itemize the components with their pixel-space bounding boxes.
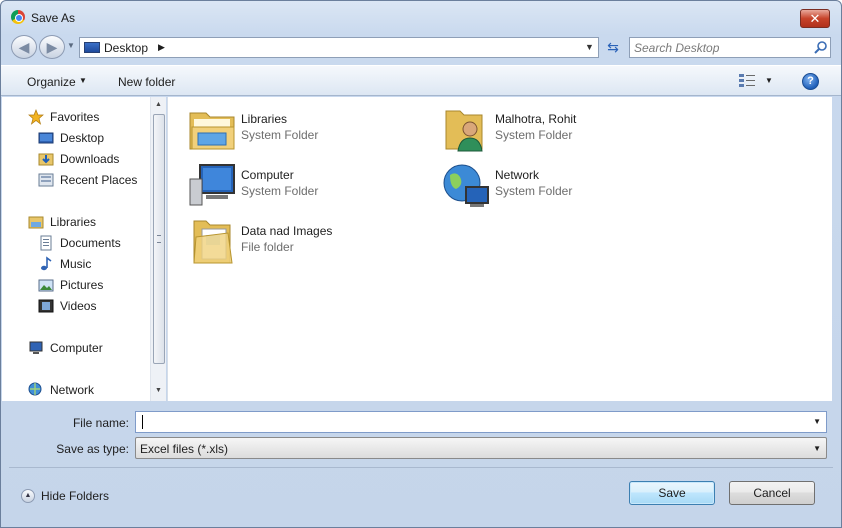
file-name: Computer (241, 168, 294, 182)
refresh-button[interactable]: ⇆ (601, 37, 625, 58)
scroll-grip-icon (157, 235, 161, 243)
address-path[interactable]: Desktop (104, 41, 148, 55)
videos-icon (38, 299, 54, 313)
forward-button[interactable]: ▶ (39, 35, 65, 59)
scrollbar-thumb[interactable] (153, 114, 165, 364)
search-box[interactable] (629, 37, 831, 58)
nav-label: Favorites (50, 110, 100, 124)
command-bar: Organize ▼ New folder ▼ ? (1, 65, 841, 96)
nav-label: Downloads (60, 152, 120, 166)
organize-dropdown-icon[interactable]: ▼ (79, 76, 87, 85)
footer-divider (9, 467, 833, 468)
nav-label: Libraries (50, 215, 97, 229)
close-button[interactable]: ✕ (800, 9, 830, 28)
back-button[interactable]: ◀ (11, 35, 37, 59)
text-cursor (142, 415, 143, 429)
nav-scrollbar[interactable]: ▲ ▼ (150, 97, 166, 401)
file-item-user-folder[interactable]: Malhotra, Rohit System Folder (442, 105, 682, 157)
address-bar[interactable]: Desktop ▶ ▼ (79, 37, 599, 58)
pictures-icon (38, 279, 54, 292)
desktop-icon (84, 42, 100, 53)
back-arrow-icon: ◀ (18, 39, 30, 55)
forward-arrow-icon: ▶ (46, 39, 58, 55)
file-item-network[interactable]: Network System Folder (442, 161, 682, 213)
view-options-dropdown-icon[interactable]: ▼ (765, 76, 773, 85)
nav-label: Computer (50, 341, 103, 355)
breadcrumb-arrow-icon[interactable]: ▶ (158, 42, 165, 53)
file-name-dropdown-icon[interactable]: ▼ (813, 417, 821, 426)
dialog-title: Save As (31, 11, 76, 25)
libraries-icon (189, 112, 235, 150)
desktop-icon (38, 132, 54, 144)
save-type-label: Save as type: (56, 442, 129, 456)
save-type-dropdown-icon[interactable]: ▼ (813, 444, 821, 453)
collapse-up-icon: ▲ (21, 489, 35, 503)
title-bar[interactable]: Save As ✕ (1, 1, 841, 33)
save-type-value: Excel files (*.xls) (140, 442, 229, 456)
file-item-data-folder[interactable]: Data nad Images File folder (188, 217, 428, 269)
nav-label: Music (60, 257, 92, 271)
file-type: System Folder (495, 128, 573, 142)
file-name-field[interactable]: ▼ (135, 411, 827, 433)
recent-places-icon (38, 173, 54, 187)
file-name: Malhotra, Rohit (495, 112, 577, 126)
save-type-select[interactable]: Excel files (*.xls) ▼ (135, 437, 827, 459)
scroll-down-arrow-icon[interactable]: ▼ (151, 384, 166, 398)
file-type: System Folder (495, 184, 573, 198)
downloads-folder-icon (38, 153, 54, 166)
nav-label: Recent Places (60, 173, 138, 187)
nav-label: Videos (60, 299, 97, 313)
nav-label: Documents (60, 236, 121, 250)
file-item-libraries[interactable]: Libraries System Folder (188, 105, 428, 157)
file-name: Data nad Images (241, 224, 333, 238)
new-folder-button[interactable]: New folder (118, 75, 175, 89)
folder-icon (193, 220, 233, 264)
search-input[interactable] (634, 40, 810, 55)
nav-label: Desktop (60, 131, 105, 145)
file-name-label: File name: (72, 416, 129, 430)
scroll-up-arrow-icon[interactable]: ▲ (151, 98, 166, 112)
file-name: Libraries (241, 112, 288, 126)
nav-label: Pictures (60, 278, 104, 292)
save-button[interactable]: Save (629, 481, 715, 505)
help-icon[interactable]: ? (802, 73, 819, 90)
hide-folders-label: Hide Folders (41, 489, 110, 503)
nav-label: Network (50, 383, 95, 397)
file-type: System Folder (241, 128, 319, 142)
search-icon[interactable] (814, 40, 828, 55)
organize-button[interactable]: Organize (27, 75, 76, 89)
network-icon (28, 382, 42, 396)
computer-icon (29, 341, 43, 354)
file-item-computer[interactable]: Computer System Folder (188, 161, 428, 213)
file-list: Libraries System Folder Malhotra, Rohit … (167, 97, 832, 401)
file-type: System Folder (241, 184, 319, 198)
music-note-icon (41, 256, 52, 271)
change-view-icon[interactable] (739, 74, 755, 88)
file-name: Network (495, 168, 540, 182)
navigation-pane: Favorites Desktop Downloads Recent Place… (2, 97, 166, 401)
documents-icon (40, 235, 52, 251)
save-as-dialog: Save As ✕ ◀ ▶ ▼ Desktop ▶ ▼ ⇆ Organize ▼… (0, 0, 842, 528)
file-type: File folder (241, 240, 294, 254)
computer-icon (189, 164, 235, 206)
network-icon (443, 164, 489, 207)
address-dropdown-icon[interactable]: ▼ (585, 42, 594, 52)
libraries-icon (28, 216, 44, 229)
star-icon (28, 109, 44, 125)
user-folder-icon (445, 110, 483, 152)
recent-locations-dropdown-icon[interactable]: ▼ (67, 41, 75, 50)
chrome-app-icon (11, 10, 25, 24)
cancel-button[interactable]: Cancel (729, 481, 815, 505)
refresh-icon: ⇆ (607, 39, 619, 55)
